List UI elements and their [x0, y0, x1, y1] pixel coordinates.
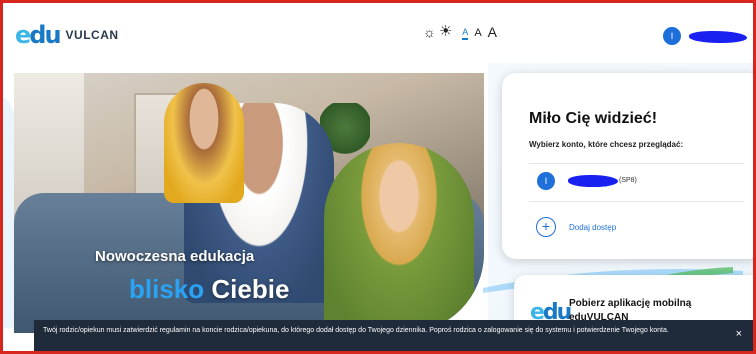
welcome-title: Miło Cię widzieć! — [529, 110, 658, 127]
eduvulcan-logo[interactable]: edu VULCAN — [15, 23, 119, 47]
welcome-subtitle: Wybierz konto, które chcesz przeglądać: — [529, 140, 684, 149]
user-avatar[interactable]: I — [663, 27, 681, 45]
plus-icon[interactable]: + — [536, 217, 556, 237]
user-name-redacted[interactable] — [689, 31, 747, 43]
close-icon[interactable]: × — [736, 329, 742, 340]
divider — [529, 201, 744, 202]
account-school-tag[interactable]: (SP8) — [619, 177, 637, 184]
contrast-high-icon[interactable]: ☀ — [439, 24, 452, 40]
page-frame: edu VULCAN ☼ ☀ A A A I Nowoczesna edukac… — [0, 0, 756, 354]
font-size-small-button[interactable]: A — [462, 26, 469, 40]
hero-subtitle-blue: blisko — [129, 274, 205, 304]
account-name-redacted[interactable] — [568, 175, 618, 187]
hero-subtitle: blisko Ciebie — [129, 274, 289, 304]
hero-subtitle-white: Ciebie — [211, 274, 290, 304]
hero-title: Nowoczesna edukacja — [95, 248, 255, 265]
logo-mark: edu — [15, 21, 62, 49]
notice-banner: Twój rodzic/opiekun musi zatwierdzić reg… — [34, 320, 753, 351]
notice-text: Twój rodzic/opiekun musi zatwierdzić reg… — [43, 327, 669, 334]
top-header: edu VULCAN ☼ ☀ A A A I — [6, 6, 753, 62]
hero-person-mother — [324, 143, 474, 333]
accessibility-controls: ☼ ☀ A A A — [423, 24, 497, 40]
hero-person-daughter — [164, 83, 244, 203]
hero-window — [14, 73, 84, 213]
font-size-large-button[interactable]: A — [488, 24, 497, 40]
divider — [529, 163, 744, 164]
font-size-medium-button[interactable]: A — [474, 27, 481, 40]
account-avatar[interactable]: I — [537, 172, 555, 190]
welcome-card: Miło Cię widzieć! Wybierz konto, które c… — [502, 73, 753, 259]
logo-text: VULCAN — [65, 28, 119, 42]
contrast-low-icon[interactable]: ☼ — [423, 24, 436, 40]
add-access-link[interactable]: Dodaj dostęp — [569, 223, 616, 232]
